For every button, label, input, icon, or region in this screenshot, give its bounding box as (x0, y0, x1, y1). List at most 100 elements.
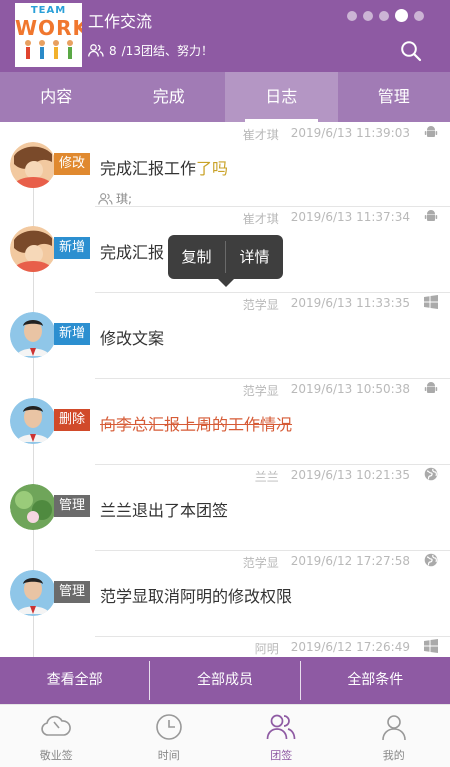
logo-people-icon (25, 40, 73, 59)
entry-user: 范学显 (242, 384, 279, 398)
context-menu: 复制 详情 (168, 235, 283, 287)
action-badge-manage: 管理 (54, 495, 90, 517)
group-icon (266, 714, 296, 740)
log-entry[interactable]: 范学显 2019/6/12 17:27:58 管理 范学显取消阿明的修改权限 (0, 550, 450, 636)
globe-icon (424, 553, 438, 567)
user-avatar[interactable] (10, 142, 56, 188)
user-avatar[interactable] (10, 312, 56, 358)
nav-label: 我的 (382, 749, 405, 762)
team-slogan: /13团结、努力！ (121, 44, 213, 58)
entry-user: 范学显 (242, 298, 279, 312)
divider (95, 636, 450, 637)
windows-icon (424, 639, 438, 653)
android-icon (424, 210, 438, 221)
android-icon (424, 382, 438, 393)
divider (95, 206, 450, 207)
divider (95, 464, 450, 465)
action-badge-manage: 管理 (54, 581, 90, 603)
entry-content[interactable]: 修改文案 (100, 325, 164, 349)
tab-content[interactable]: 内容 (0, 72, 113, 122)
entry-user: 范学显 (242, 556, 279, 570)
divider (95, 550, 450, 551)
bottom-nav: 敬业签 时间 团签 我的 (0, 704, 450, 767)
copy-menu-item[interactable]: 复制 (168, 235, 225, 279)
tab-done[interactable]: 完成 (113, 72, 226, 122)
entry-text: 完成汇报工作 (100, 159, 197, 178)
nav-item-mine[interactable]: 我的 (338, 705, 450, 767)
tab-bar: 内容 完成 日志 管理 (0, 72, 450, 122)
nav-item-time[interactable]: 时间 (113, 705, 226, 767)
entry-time: 2019/6/13 11:39:03 (290, 126, 410, 140)
entry-meta: 阿明 2019/6/12 17:26:49 (255, 640, 410, 657)
entry-time: 2019/6/13 11:37:34 (290, 210, 410, 224)
clock-icon (155, 714, 182, 740)
entry-time: 2019/6/13 11:33:35 (290, 296, 410, 310)
entry-content-deleted[interactable]: 向李总汇报上周的工作情况 (100, 411, 292, 435)
android-icon (424, 126, 438, 137)
user-avatar[interactable] (10, 570, 56, 616)
divider (95, 378, 450, 379)
readers-icon (98, 192, 113, 205)
entry-meta: 范学显 2019/6/13 11:33:35 (243, 296, 410, 313)
nav-label: 团签 (270, 749, 293, 762)
log-entry[interactable]: 范学显 2019/6/13 10:50:38 删除 向李总汇报上周的工作情况 (0, 378, 450, 464)
entry-time: 2019/6/12 17:26:49 (290, 640, 410, 654)
user-avatar[interactable] (10, 484, 56, 530)
windows-icon (424, 295, 438, 309)
log-entry[interactable]: 崔才琪 2019/6/13 11:39:03 修改 完成汇报工作了吗 琪; (0, 122, 450, 206)
entry-content[interactable]: 完成汇报 (100, 239, 164, 263)
entry-meta: 范学显 2019/6/13 10:50:38 (243, 382, 410, 399)
entry-content[interactable]: 范学显取消阿明的修改权限 (100, 583, 292, 607)
page-dot-active (395, 9, 408, 22)
nav-item-team[interactable]: 团签 (225, 705, 338, 767)
entry-time: 2019/6/13 10:50:38 (290, 382, 410, 396)
view-all-button[interactable]: 查看全部 (0, 657, 149, 704)
team-title: 工作交流 (88, 12, 153, 31)
tab-log[interactable]: 日志 (225, 72, 338, 122)
members-icon (88, 44, 104, 57)
member-count: 8 (109, 43, 117, 58)
nav-item-jingyeqian[interactable]: 敬业签 (0, 705, 113, 767)
search-icon[interactable] (400, 40, 422, 62)
person-icon (381, 715, 406, 741)
entry-user: 阿明 (254, 642, 279, 656)
user-avatar[interactable] (10, 226, 56, 272)
log-list[interactable]: 崔才琪 2019/6/13 11:39:03 修改 完成汇报工作了吗 琪; 崔才… (0, 122, 450, 657)
entry-meta: 范学显 2019/6/12 17:27:58 (243, 554, 410, 571)
page-dot (379, 10, 389, 21)
action-badge-add: 新增 (54, 237, 90, 259)
log-entry[interactable]: 范学显 2019/6/13 11:33:35 新增 修改文案 (0, 292, 450, 378)
entry-meta: 崔才琪 2019/6/13 11:39:03 (243, 126, 410, 143)
team-header: TEAM WORK 工作交流 8 /13团结、努力！ (0, 0, 450, 72)
filter-action-bar: 查看全部 全部成员 全部条件 (0, 657, 450, 704)
nav-label: 敬业签 (39, 749, 73, 762)
divider (95, 292, 450, 293)
log-entry[interactable]: 阿明 2019/6/12 17:26:49 (0, 636, 450, 657)
page-dot (414, 10, 424, 21)
action-badge-add: 新增 (54, 323, 90, 345)
action-badge-edit: 修改 (54, 153, 90, 175)
entry-content[interactable]: 兰兰退出了本团签 (100, 497, 228, 521)
log-entry[interactable]: 兰兰 2019/6/13 10:21:35 管理 兰兰退出了本团签 (0, 464, 450, 550)
page-dot (347, 10, 357, 21)
page-indicator (347, 9, 424, 22)
entry-text-highlight: 了吗 (196, 159, 229, 178)
entry-content[interactable]: 完成汇报工作了吗 (100, 155, 228, 179)
detail-menu-item[interactable]: 详情 (226, 235, 283, 279)
all-members-button[interactable]: 全部成员 (150, 657, 299, 704)
page-dot (363, 10, 373, 21)
user-avatar[interactable] (10, 398, 56, 444)
nav-label: 时间 (157, 749, 180, 762)
logo-work-text: WORK (15, 16, 82, 40)
tab-manage[interactable]: 管理 (338, 72, 450, 122)
entry-user: 崔才琪 (242, 128, 279, 142)
entry-user: 崔才琪 (242, 212, 279, 226)
all-items-button[interactable]: 全部条件 (301, 657, 450, 704)
team-logo[interactable]: TEAM WORK (15, 3, 82, 67)
entry-time: 2019/6/13 10:21:35 (290, 468, 410, 482)
entry-time: 2019/6/12 17:27:58 (290, 554, 410, 568)
entry-meta: 兰兰 2019/6/13 10:21:35 (255, 468, 410, 485)
reader-info: 琪; (98, 190, 132, 207)
logo-team-text: TEAM (30, 5, 67, 16)
entry-meta: 崔才琪 2019/6/13 11:37:34 (243, 210, 410, 227)
